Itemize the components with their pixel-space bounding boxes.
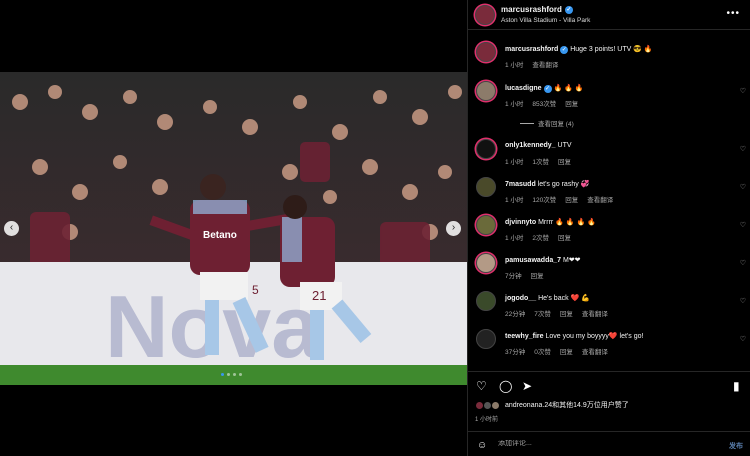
post-photo: Nova Betano 5 21 (0, 72, 467, 385)
post-header: marcusrashford ✓ Aston Villa Stadium - V… (468, 0, 750, 30)
comment-time: 7分钟 (505, 273, 522, 280)
comment-likes[interactable]: 7次赞 (534, 308, 551, 318)
comment-likes[interactable]: 0次赞 (534, 346, 551, 356)
comment-time: 1 小时 (505, 159, 524, 166)
comment-text: Love you my boyyyy❤️ let's go! (545, 333, 644, 340)
see-translation-link[interactable]: 查看翻译 (582, 346, 608, 356)
author-avatar[interactable] (476, 42, 496, 62)
comment-text: let's go rashy 💞 (537, 181, 590, 188)
add-comment-bar: ☺ 发布 (468, 431, 750, 456)
comment-text: Mrrrr 🔥 🔥 🔥 🔥 (538, 219, 596, 226)
see-translation-link[interactable]: 查看翻译 (582, 308, 608, 318)
see-translation-link[interactable]: 查看翻译 (587, 194, 613, 204)
player-number-left: 5 (252, 283, 259, 297)
post-media: Nova Betano 5 21 (0, 0, 467, 456)
comment-username[interactable]: lucasdigne (505, 85, 542, 92)
replies-divider (520, 122, 534, 124)
comment-icon[interactable]: ◯ (499, 379, 512, 393)
comment-text: 🔥 🔥 🔥 (553, 85, 584, 92)
comment-username[interactable]: teewhy_fire (505, 333, 544, 340)
commenter-avatar[interactable] (476, 291, 496, 311)
comment-time: 1 小时 (505, 235, 524, 242)
bookmark-icon[interactable]: ▮ (733, 379, 740, 393)
reply-link[interactable]: 回复 (565, 98, 578, 108)
comment-time: 22分钟 (505, 311, 526, 318)
football-celebration-photo: Nova Betano 5 21 (0, 72, 467, 385)
commenter-avatar[interactable] (476, 253, 496, 273)
heart-icon[interactable]: ♡ (740, 87, 746, 95)
verified-badge-icon: ✓ (560, 46, 569, 54)
post-actions-bar: ♡ ◯ ➤ ▮ (468, 371, 750, 401)
carousel-dot (221, 373, 224, 376)
see-translation-link[interactable]: 查看翻译 (532, 59, 558, 69)
emoji-icon[interactable]: ☺ (477, 440, 487, 451)
carousel-dot (239, 373, 242, 376)
comment-username[interactable]: djvinnyto (505, 219, 536, 226)
caption-username[interactable]: marcusrashford (505, 46, 558, 53)
carousel-dot (227, 373, 230, 376)
reply-link[interactable]: 回复 (565, 194, 578, 204)
verified-badge-icon: ✓ (564, 5, 573, 14)
caption-text: Huge 3 points! UTV 😎 🔥 (570, 46, 653, 53)
liker-avatar (491, 400, 500, 410)
post-location[interactable]: Aston Villa Stadium - Villa Park (501, 17, 590, 24)
commenter-avatar[interactable] (476, 177, 496, 197)
commenter-avatar[interactable] (476, 215, 496, 235)
comments-list: marcusrashford ✓ Huge 3 points! UTV 😎 🔥 … (468, 31, 750, 370)
add-comment-input[interactable] (498, 440, 698, 447)
more-options-icon[interactable]: ••• (726, 8, 740, 19)
heart-icon[interactable]: ♡ (740, 221, 746, 229)
author-avatar[interactable] (475, 5, 495, 25)
comment-likes[interactable]: 120次赞 (532, 194, 556, 204)
comment-time: 1 小时 (505, 101, 524, 108)
verified-badge-icon: ✓ (543, 85, 552, 93)
heart-icon[interactable]: ♡ (740, 183, 746, 191)
likes-text[interactable]: andreonana.24和其他14.9万位用户赞了 (505, 400, 629, 410)
commenter-avatar[interactable] (476, 139, 496, 159)
comment-username[interactable]: pamusawadda_7 (505, 257, 561, 264)
heart-icon[interactable]: ♡ (740, 145, 746, 153)
comment-likes[interactable]: 1次赞 (532, 156, 549, 166)
author-name-row: marcusrashford ✓ (501, 5, 573, 14)
share-icon[interactable]: ➤ (522, 379, 532, 393)
comment-time: 1 小时 (505, 197, 524, 204)
reply-link[interactable]: 回复 (558, 232, 571, 242)
view-replies[interactable]: 查看回复 (4) (520, 118, 574, 128)
carousel-indicator (221, 373, 242, 376)
heart-icon[interactable]: ♡ (476, 379, 487, 393)
heart-icon[interactable]: ♡ (740, 297, 746, 305)
reply-link[interactable]: 回复 (558, 156, 571, 166)
author-username[interactable]: marcusrashford (501, 5, 562, 14)
heart-icon[interactable]: ♡ (740, 335, 746, 343)
heart-icon[interactable]: ♡ (740, 259, 746, 267)
comment-username[interactable]: 7masudd (505, 181, 536, 188)
post-side-panel: marcusrashford ✓ Aston Villa Stadium - V… (467, 0, 750, 456)
next-image-button[interactable]: › (446, 221, 461, 236)
likes-summary[interactable]: andreonana.24和其他14.9万位用户赞了 (475, 400, 629, 410)
comment-username[interactable]: only1kennedy_ (505, 142, 556, 149)
comment-time: 37分钟 (505, 349, 526, 356)
post-time: 1 小时前 (475, 417, 499, 423)
reply-link[interactable]: 回复 (560, 346, 573, 356)
caption-time: 1 小时 (505, 62, 524, 69)
post-comment-button[interactable]: 发布 (729, 441, 743, 451)
previous-image-button[interactable]: ‹ (4, 221, 19, 236)
shirt-sponsor-text: Betano (203, 230, 237, 241)
comment-text: He's back ❤️ 💪 (538, 295, 590, 302)
player-number-right: 21 (312, 288, 326, 303)
commenter-avatar[interactable] (476, 329, 496, 349)
comment-likes[interactable]: 853次赞 (532, 98, 556, 108)
reply-link[interactable]: 回复 (560, 308, 573, 318)
commenter-avatar[interactable] (476, 81, 496, 101)
view-replies-label[interactable]: 查看回复 (4) (538, 118, 574, 128)
carousel-dot (233, 373, 236, 376)
comment-text: M❤❤ (562, 257, 581, 264)
comment-likes[interactable]: 2次赞 (532, 232, 549, 242)
comment-text: UTV (557, 142, 572, 149)
reply-link[interactable]: 回复 (531, 270, 544, 280)
comment-username[interactable]: jogodo__ (505, 295, 536, 302)
